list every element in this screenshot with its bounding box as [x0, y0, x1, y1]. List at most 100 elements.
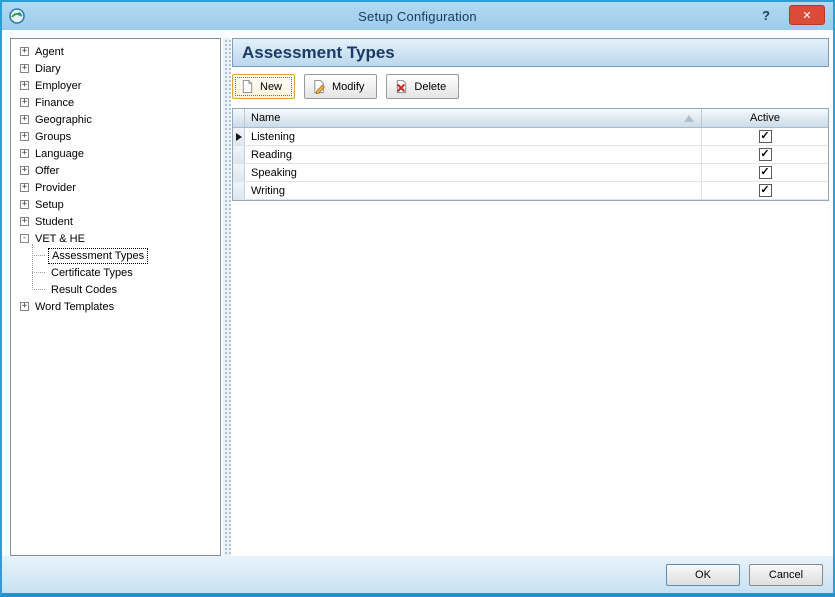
tree-item-certificate-types[interactable]: Certificate Types [11, 264, 220, 281]
tree-item-label: Diary [35, 63, 61, 75]
table-row[interactable]: Listening [233, 128, 828, 146]
expand-icon[interactable]: + [20, 183, 29, 192]
tree-item-word-templates[interactable]: + Word Templates [11, 298, 220, 315]
tree-item-groups[interactable]: + Groups [11, 128, 220, 145]
expand-icon[interactable]: + [20, 149, 29, 158]
setup-configuration-dialog: Setup Configuration ? ✕ + Agent + Diary + Emp… [0, 0, 835, 597]
active-checkbox[interactable] [759, 166, 772, 179]
tree-item-label: Assessment Types [48, 248, 148, 264]
expand-icon[interactable]: + [20, 81, 29, 90]
tree-item-label: Language [35, 148, 84, 160]
column-header-name-label: Name [251, 112, 280, 124]
grid-gutter-header [233, 109, 245, 127]
modify-button[interactable]: Modify [304, 74, 377, 99]
tree-item-offer[interactable]: + Offer [11, 162, 220, 179]
expand-icon[interactable]: + [20, 115, 29, 124]
row-indicator-cell [233, 164, 245, 181]
grid-header-row: Name Active [233, 109, 828, 128]
tree-item-label: Certificate Types [48, 266, 136, 280]
row-indicator-cell [233, 146, 245, 163]
active-cell [702, 128, 828, 145]
name-cell: Speaking [245, 164, 702, 181]
table-row[interactable]: Reading [233, 146, 828, 164]
column-header-active[interactable]: Active [702, 109, 828, 127]
expand-icon[interactable]: + [20, 98, 29, 107]
tree-item-label: Result Codes [48, 283, 120, 297]
tree-item-label: Groups [35, 131, 71, 143]
tree-item-label: Setup [35, 199, 64, 211]
tree-item-geographic[interactable]: + Geographic [11, 111, 220, 128]
active-checkbox[interactable] [759, 148, 772, 161]
page-title: Assessment Types [232, 38, 829, 67]
tree-connector [32, 289, 45, 290]
tree-item-finance[interactable]: + Finance [11, 94, 220, 111]
table-row[interactable]: Speaking [233, 164, 828, 182]
active-cell [702, 182, 828, 199]
tree-item-label: Provider [35, 182, 76, 194]
footer-bar: OK Cancel [2, 556, 833, 593]
tree-item-vet-he[interactable]: -VET & HE [11, 230, 220, 247]
title-bar[interactable]: Setup Configuration ? ✕ [2, 2, 833, 30]
active-cell [702, 146, 828, 163]
active-checkbox[interactable] [759, 184, 772, 197]
tree-item-label: Word Templates [35, 301, 114, 313]
modify-pencil-icon [312, 79, 327, 94]
grid-rows: ListeningReadingSpeakingWriting [233, 128, 828, 200]
expand-icon[interactable]: + [20, 302, 29, 311]
cancel-button[interactable]: Cancel [749, 564, 823, 586]
tree-item-label: Student [35, 216, 73, 228]
name-cell: Listening [245, 128, 702, 145]
window-title: Setup Configuration [2, 9, 833, 24]
new-button[interactable]: New [232, 74, 295, 99]
tree-item-label: Offer [35, 165, 59, 177]
name-cell: Writing [245, 182, 702, 199]
tree-item-label: Employer [35, 80, 81, 92]
expand-icon[interactable]: + [20, 47, 29, 56]
panel-splitter[interactable] [223, 38, 231, 556]
tree-branch: Assessment Types Certificate Types Result … [11, 247, 220, 298]
delete-button[interactable]: Delete [386, 74, 459, 99]
tree-item-diary[interactable]: + Diary [11, 60, 220, 77]
current-row-pointer-icon [236, 133, 242, 141]
toolbar: New Modify Delete [232, 74, 829, 99]
tree-item-provider[interactable]: + Provider [11, 179, 220, 196]
expand-icon[interactable]: + [20, 64, 29, 73]
assessment-types-grid: Name Active ListeningReadingSpeakingWrit… [232, 108, 829, 201]
modify-button-label: Modify [332, 81, 364, 93]
collapse-icon[interactable]: - [20, 234, 29, 243]
new-button-label: New [260, 81, 282, 93]
tree-item-label: VET & HE [35, 233, 85, 245]
tree-item-label: Finance [35, 97, 74, 109]
sort-ascending-icon [684, 115, 694, 122]
tree-item-setup[interactable]: + Setup [11, 196, 220, 213]
tree-item-agent[interactable]: + Agent [11, 43, 220, 60]
tree-connector [32, 272, 45, 273]
tree-item-language[interactable]: + Language [11, 145, 220, 162]
expand-icon[interactable]: + [20, 132, 29, 141]
table-row[interactable]: Writing [233, 182, 828, 200]
tree-item-label: Agent [35, 46, 64, 58]
help-button[interactable]: ? [753, 5, 779, 25]
name-cell: Reading [245, 146, 702, 163]
row-indicator-cell [233, 182, 245, 199]
delete-button-label: Delete [414, 81, 446, 93]
new-page-icon [240, 79, 255, 94]
column-header-active-label: Active [750, 112, 780, 124]
active-checkbox[interactable] [759, 130, 772, 143]
tree-item-employer[interactable]: + Employer [11, 77, 220, 94]
close-button[interactable]: ✕ [789, 5, 825, 25]
expand-icon[interactable]: + [20, 166, 29, 175]
row-indicator-cell [233, 128, 245, 145]
column-header-name[interactable]: Name [245, 109, 702, 127]
tree-item-student[interactable]: + Student [11, 213, 220, 230]
tree-item-label: Geographic [35, 114, 92, 126]
expand-icon[interactable]: + [20, 200, 29, 209]
main-panel: Assessment Types New Modify [232, 38, 829, 556]
active-cell [702, 164, 828, 181]
tree-item-assessment-types[interactable]: Assessment Types [11, 247, 220, 264]
ok-button[interactable]: OK [666, 564, 740, 586]
tree-connector [32, 255, 45, 256]
tree-item-result-codes[interactable]: Result Codes [11, 281, 220, 298]
expand-icon[interactable]: + [20, 217, 29, 226]
tree: + Agent + Diary + Employer + Finance + Geographic… [10, 38, 221, 556]
